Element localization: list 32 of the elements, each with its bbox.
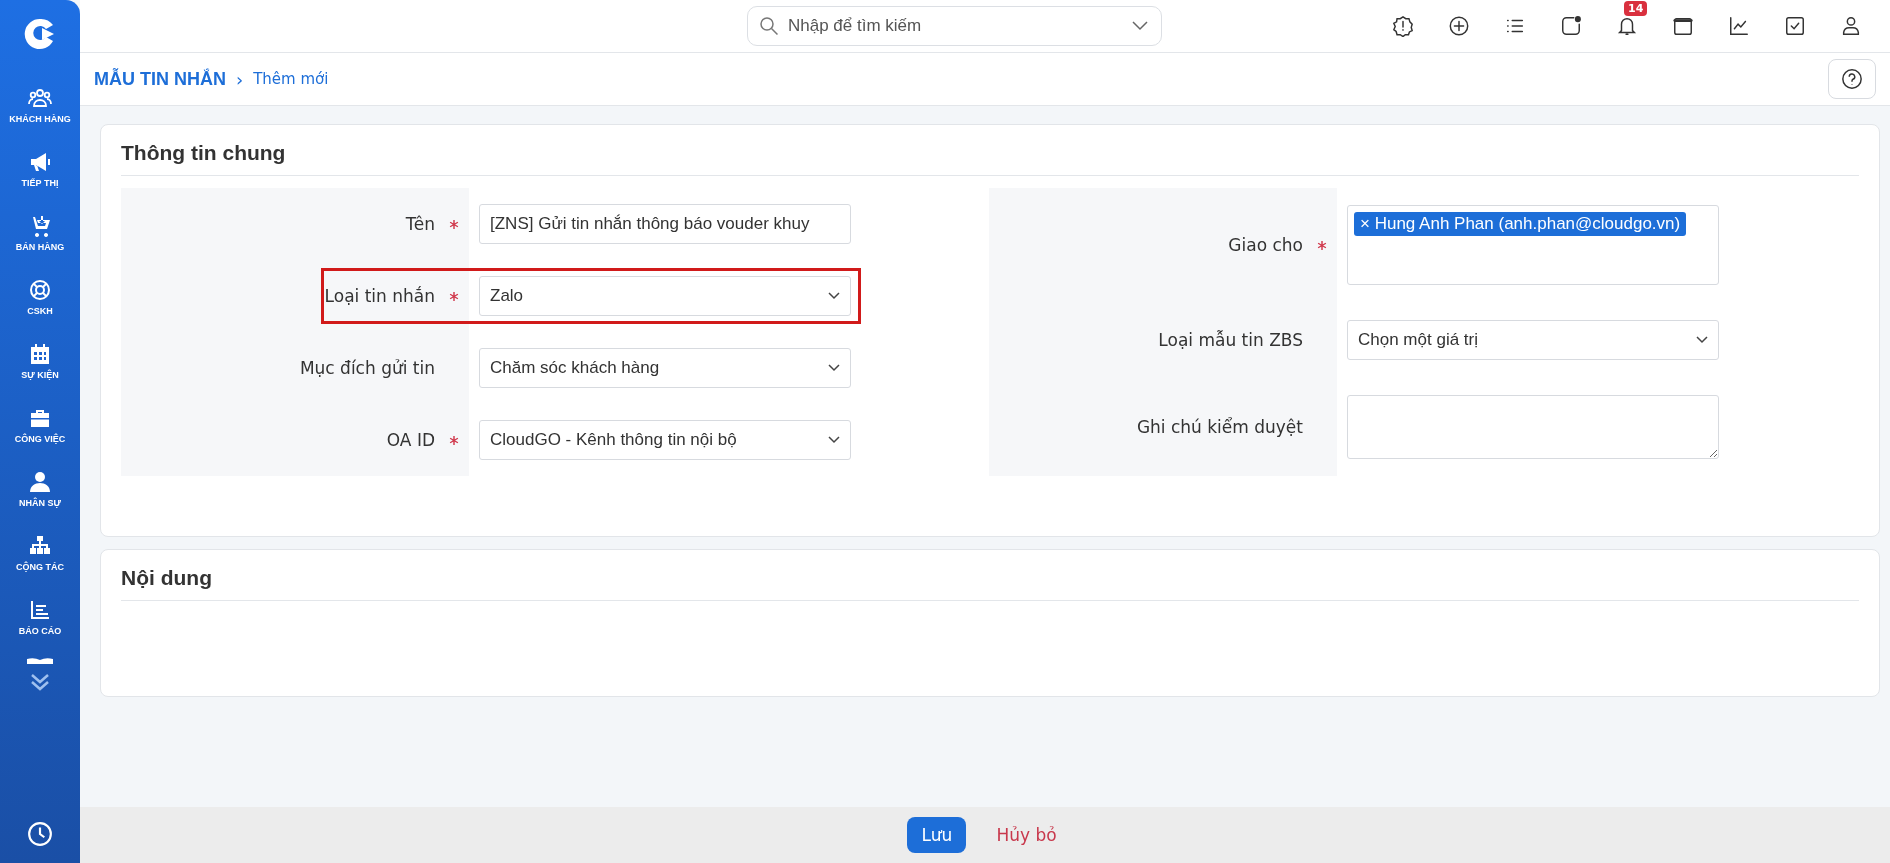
field-label: Giao cho — [1228, 235, 1303, 256]
field-label: Loại mẫu tin ZBS — [1158, 330, 1303, 350]
user-tag[interactable]: × Hung Anh Phan (anh.phan@cloudgo.vn) — [1354, 212, 1687, 237]
section-title: Nội dung — [121, 566, 1859, 601]
sidebar-item[interactable]: TIẾP THỊ — [21, 150, 59, 214]
search-field[interactable]: Nhập để tìm kiếm — [747, 6, 1162, 46]
sidebar-item[interactable]: NHÂN SỰ — [19, 470, 61, 534]
sidebar-item[interactable]: CSKH — [27, 278, 53, 342]
sidebar-item[interactable]: KHÁCH HÀNG — [9, 86, 71, 150]
field-label: Loại tin nhắn — [324, 286, 435, 306]
sidebar-item[interactable]: SỰ KIỆN — [21, 342, 59, 406]
sidebar-item[interactable]: CÔNG VIỆC — [14, 406, 66, 470]
sidebar-item[interactable]: CỘNG TÁC — [16, 534, 64, 598]
sidebar-item[interactable]: BÁN HÀNG — [15, 214, 65, 278]
select-field[interactable]: Chọn một giá trị — [1347, 320, 1719, 360]
select-field[interactable]: Zalo — [479, 276, 851, 316]
section-title: Thông tin chung — [121, 141, 1859, 176]
field-label: Tên — [405, 214, 435, 234]
breadcrumb-module[interactable]: MẪU TIN NHẮN — [94, 68, 226, 90]
save-button[interactable]: Lưu — [907, 817, 967, 853]
sidebar-item[interactable]: BÁO CÁO — [18, 598, 62, 662]
breadcrumb-separator: › — [236, 68, 244, 90]
select-field[interactable]: Chăm sóc khách hàng — [479, 348, 851, 388]
notification-badge: 14 — [1624, 1, 1648, 16]
field-label: OA ID — [386, 430, 435, 450]
cancel-link[interactable]: Hủy bỏ — [990, 824, 1063, 846]
field-label: Mục đích gửi tin — [299, 358, 435, 378]
text-field[interactable]: [ZNS] Gửi tin nhắn thông báo vouder khuy — [479, 204, 851, 244]
tag-field[interactable]: × Hung Anh Phan (anh.phan@cloudgo.vn) — [1347, 205, 1719, 286]
field-label: Ghi chú kiểm duyệt — [1136, 416, 1303, 437]
breadcrumb-page: Thêm mới — [253, 70, 329, 88]
select-field[interactable]: CloudGO - Kênh thông tin nội bộ — [479, 420, 851, 460]
